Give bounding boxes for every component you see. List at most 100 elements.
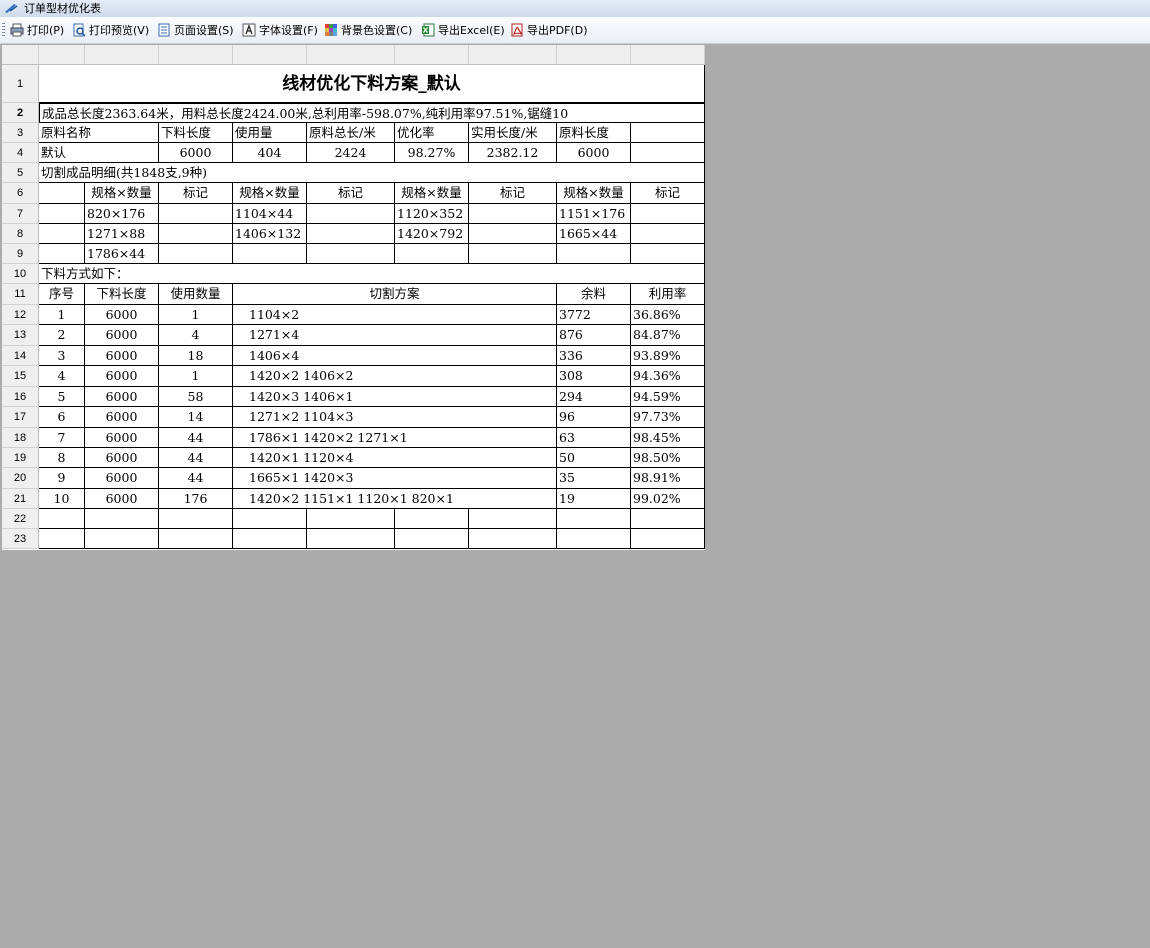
- header-cell[interactable]: 规格×数量: [395, 183, 469, 204]
- detail-cell[interactable]: [307, 204, 395, 224]
- cell[interactable]: [631, 509, 705, 529]
- plan-cell-scheme[interactable]: 1420×1 1120×4: [233, 448, 557, 468]
- plan-cell-scheme[interactable]: 1271×2 1104×3: [233, 407, 557, 428]
- detail-cell[interactable]: [557, 244, 631, 264]
- detail-cell[interactable]: 1786×44: [85, 244, 159, 264]
- header-cell[interactable]: 规格×数量: [557, 183, 631, 204]
- detail-cell[interactable]: 1271×88: [85, 224, 159, 244]
- header-cell[interactable]: 实用长度/米: [469, 123, 557, 143]
- cell[interactable]: [307, 509, 395, 529]
- print-preview-button[interactable]: 打印预览(V): [72, 20, 149, 40]
- row-header[interactable]: 11: [2, 284, 39, 305]
- toolbar-grip[interactable]: [2, 23, 5, 37]
- plan-cell-index[interactable]: 9: [39, 468, 85, 489]
- header-cell[interactable]: 标记: [159, 183, 233, 204]
- cell[interactable]: [307, 529, 395, 549]
- plan-cell-index[interactable]: 4: [39, 366, 85, 387]
- cell[interactable]: [395, 509, 469, 529]
- cell[interactable]: [557, 509, 631, 529]
- row-header[interactable]: 23: [2, 529, 39, 549]
- plan-cell-index[interactable]: 1: [39, 305, 85, 325]
- detail-cell[interactable]: 1420×792: [395, 224, 469, 244]
- plan-cell-scheme[interactable]: 1271×4: [233, 325, 557, 346]
- plan-cell-length[interactable]: 6000: [85, 325, 159, 346]
- plan-cell-index[interactable]: 3: [39, 346, 85, 366]
- cell[interactable]: [39, 224, 85, 244]
- plan-cell-scheme[interactable]: 1104×2: [233, 305, 557, 325]
- plan-cell-length[interactable]: 6000: [85, 428, 159, 448]
- column-header[interactable]: [557, 45, 631, 65]
- plan-cell-remainder[interactable]: 63: [557, 428, 631, 448]
- plan-cell-scheme[interactable]: 1420×3 1406×1: [233, 387, 557, 407]
- cell[interactable]: [469, 509, 557, 529]
- header-cell[interactable]: 标记: [469, 183, 557, 204]
- cell[interactable]: [631, 143, 705, 163]
- header-cell[interactable]: 标记: [631, 183, 705, 204]
- header-cell[interactable]: 切割方案: [233, 284, 557, 305]
- plan-cell-index[interactable]: 6: [39, 407, 85, 428]
- detail-cell[interactable]: [631, 244, 705, 264]
- plan-cell-remainder[interactable]: 308: [557, 366, 631, 387]
- cell[interactable]: [85, 509, 159, 529]
- detail-cell[interactable]: [469, 224, 557, 244]
- summary-cell[interactable]: 成品总长度2363.64米，用料总长度2424.00米,总利用率-598.07%…: [39, 103, 705, 123]
- value-cell[interactable]: 6000: [557, 143, 631, 163]
- plan-cell-remainder[interactable]: 19: [557, 489, 631, 509]
- plan-cell-length[interactable]: 6000: [85, 366, 159, 387]
- background-color-button[interactable]: 背景色设置(C): [324, 20, 412, 40]
- header-cell[interactable]: 原料名称: [39, 123, 159, 143]
- plan-cell-scheme[interactable]: 1420×2 1406×2: [233, 366, 557, 387]
- plan-cell-quantity[interactable]: 44: [159, 468, 233, 489]
- spreadsheet[interactable]: 1 2 3 4 5 6 7 8 9 10 11 12 13 14 15 16 17 18 19 20 21 22 23 线材优…: [2, 45, 705, 550]
- sheet-title[interactable]: 线材优化下料方案_默认: [39, 65, 705, 103]
- plan-cell-length[interactable]: 6000: [85, 387, 159, 407]
- plan-cell-index[interactable]: 2: [39, 325, 85, 346]
- header-cell[interactable]: 使用量: [233, 123, 307, 143]
- value-cell[interactable]: 98.27%: [395, 143, 469, 163]
- plan-cell-quantity[interactable]: 176: [159, 489, 233, 509]
- header-cell[interactable]: 下料长度: [159, 123, 233, 143]
- row-header[interactable]: 19: [2, 448, 39, 468]
- cell[interactable]: [159, 509, 233, 529]
- value-cell[interactable]: 2424: [307, 143, 395, 163]
- plan-cell-length[interactable]: 6000: [85, 407, 159, 428]
- plan-cell-quantity[interactable]: 58: [159, 387, 233, 407]
- plan-cell-rate[interactable]: 98.45%: [631, 428, 705, 448]
- detail-cell[interactable]: 820×176: [85, 204, 159, 224]
- cell[interactable]: [39, 244, 85, 264]
- plan-cell-remainder[interactable]: 876: [557, 325, 631, 346]
- plan-cell-scheme[interactable]: 1420×2 1151×1 1120×1 820×1: [233, 489, 557, 509]
- print-button[interactable]: 打印(P): [10, 20, 64, 40]
- section-title[interactable]: 切割成品明细(共1848支,9种): [39, 163, 705, 183]
- plan-cell-remainder[interactable]: 35: [557, 468, 631, 489]
- font-setup-button[interactable]: 字体设置(F): [242, 20, 318, 40]
- plan-cell-length[interactable]: 6000: [85, 468, 159, 489]
- plan-cell-rate[interactable]: 94.59%: [631, 387, 705, 407]
- plan-cell-quantity[interactable]: 44: [159, 448, 233, 468]
- plan-cell-rate[interactable]: 99.02%: [631, 489, 705, 509]
- plan-cell-index[interactable]: 7: [39, 428, 85, 448]
- plan-cell-scheme[interactable]: 1665×1 1420×3: [233, 468, 557, 489]
- plan-cell-rate[interactable]: 97.73%: [631, 407, 705, 428]
- cell[interactable]: [469, 529, 557, 549]
- plan-cell-remainder[interactable]: 50: [557, 448, 631, 468]
- detail-cell[interactable]: [631, 224, 705, 244]
- cell[interactable]: [233, 509, 307, 529]
- detail-cell[interactable]: [395, 244, 469, 264]
- row-header[interactable]: 18: [2, 428, 39, 448]
- cell[interactable]: [85, 529, 159, 549]
- header-cell[interactable]: 序号: [39, 284, 85, 305]
- plan-cell-length[interactable]: 6000: [85, 305, 159, 325]
- value-cell[interactable]: 6000: [159, 143, 233, 163]
- header-cell[interactable]: 原料总长/米: [307, 123, 395, 143]
- row-header[interactable]: 10: [2, 264, 39, 284]
- plan-cell-scheme[interactable]: 1786×1 1420×2 1271×1: [233, 428, 557, 448]
- column-header[interactable]: [395, 45, 469, 65]
- row-header[interactable]: 22: [2, 509, 39, 529]
- row-header[interactable]: 13: [2, 325, 39, 346]
- plan-cell-quantity[interactable]: 44: [159, 428, 233, 448]
- row-header[interactable]: 3: [2, 123, 39, 143]
- detail-cell[interactable]: 1120×352: [395, 204, 469, 224]
- cell[interactable]: [39, 183, 85, 204]
- cell[interactable]: [631, 123, 705, 143]
